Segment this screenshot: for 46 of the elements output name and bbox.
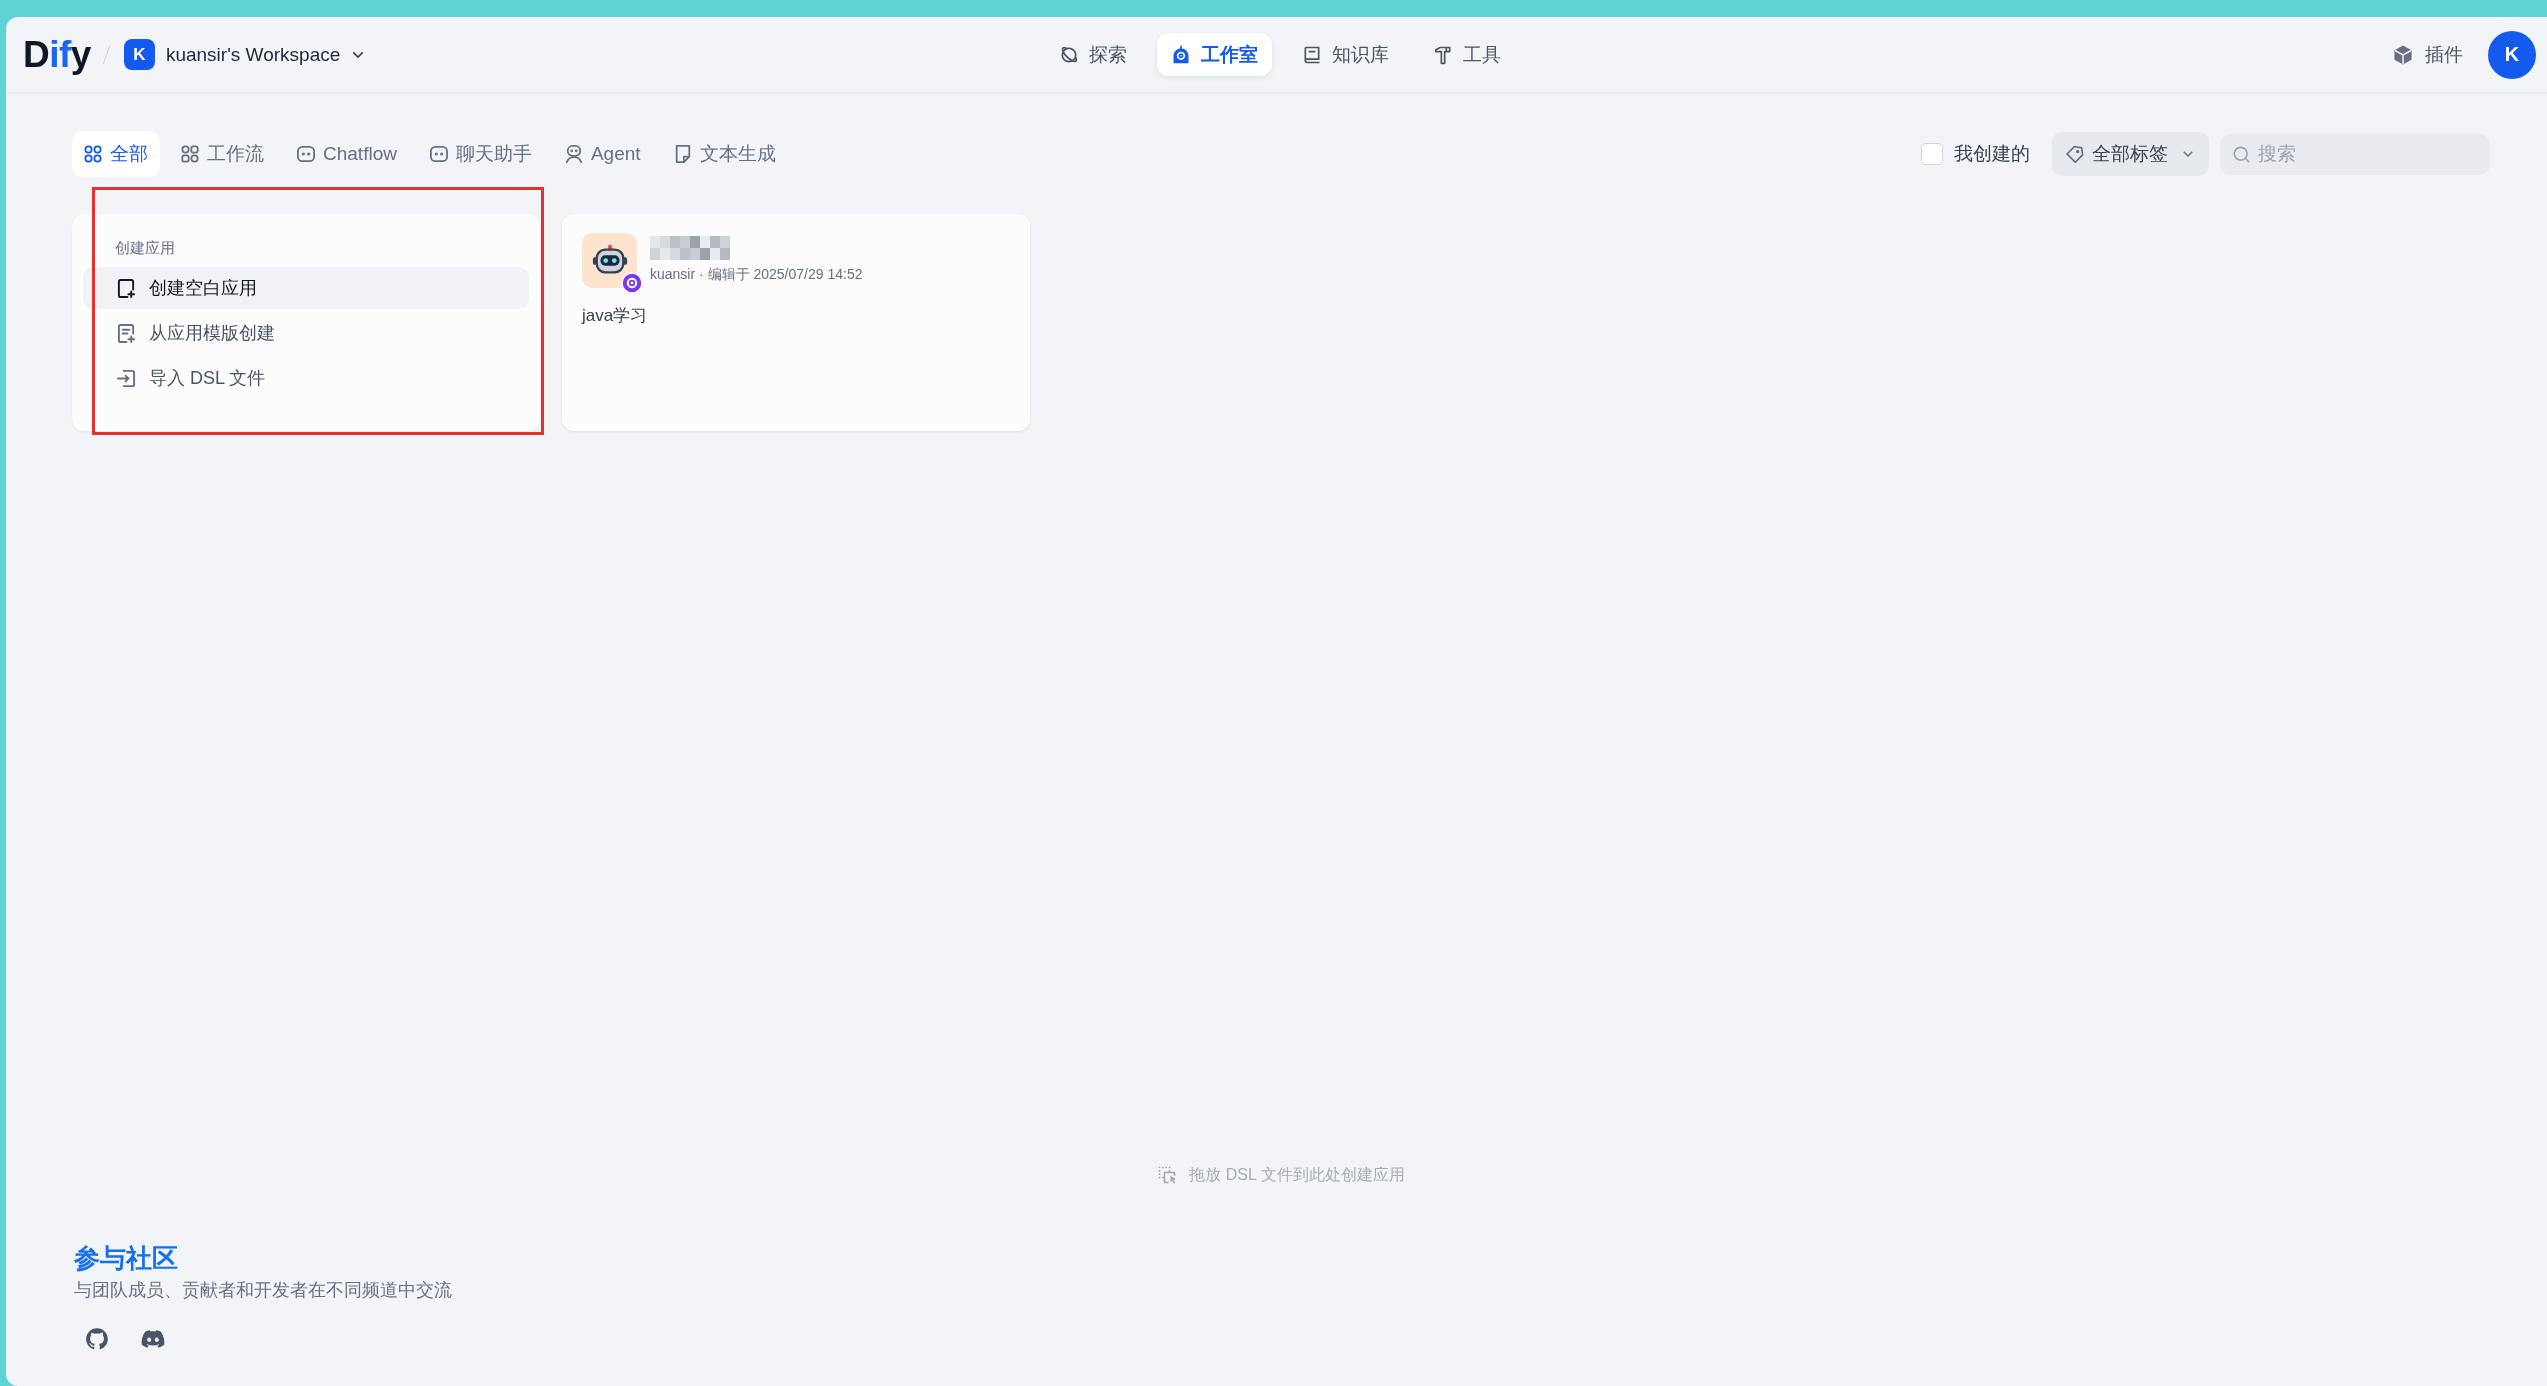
logo[interactable]: Dify <box>23 33 91 76</box>
filter-tab[interactable]: Agent <box>552 131 653 177</box>
workspace-switcher[interactable]: K kuansir's Workspace <box>123 39 369 70</box>
filter-tab[interactable]: Chatflow <box>285 131 409 177</box>
filter-tab[interactable]: 工作流 <box>169 131 276 177</box>
tag-icon <box>2065 144 2085 164</box>
file-list-icon <box>117 323 136 343</box>
nav-tab[interactable]: 探索 <box>1044 33 1141 76</box>
filter-tab[interactable]: 聊天助手 <box>417 131 544 177</box>
user-avatar[interactable]: K <box>2488 30 2536 79</box>
document-icon <box>673 145 692 163</box>
filter-tab[interactable]: 文本生成 <box>661 131 788 177</box>
tag-filter-button[interactable]: 全部标签 <box>2052 132 2209 176</box>
checkbox[interactable] <box>1921 143 1943 165</box>
search-field[interactable]: 搜索 <box>2220 133 2490 175</box>
robot-icon <box>582 233 637 288</box>
file-plus-icon <box>117 278 136 298</box>
badge-icon <box>621 272 643 294</box>
github-icon[interactable] <box>84 1326 110 1352</box>
import-arrow-icon <box>117 368 136 388</box>
app-description: java学习 <box>582 305 648 327</box>
chat-bubble-icon <box>429 145 448 163</box>
grid-icon <box>84 145 102 163</box>
app-card[interactable]: kuansir · 编辑于 2025/07/29 14:52 java学习 <box>562 214 1030 431</box>
app-meta-text: kuansir · 编辑于 2025/07/29 14:52 <box>650 265 863 284</box>
filter-tab[interactable]: 全部 <box>72 131 160 177</box>
robot-icon <box>564 145 583 163</box>
community-title: 参与社区 <box>74 1243 178 1273</box>
create-app-heading: 创建应用 <box>115 238 175 258</box>
workspace-avatar: K <box>123 39 155 70</box>
community-subtitle: 与团队成员、贡献者和开发者在不同频道中交流 <box>74 1279 452 1302</box>
checkbox-label[interactable]: 我创建的 <box>1954 141 2030 167</box>
menu-item[interactable]: 创建空白应用 <box>83 267 529 309</box>
hammer-icon <box>1432 44 1453 65</box>
nav-tab[interactable]: 知识库 <box>1287 33 1403 76</box>
workflow-icon <box>181 145 199 163</box>
cube-icon <box>2393 44 2413 65</box>
menu-item[interactable]: 从应用模版创建 <box>83 312 529 354</box>
plugins-button[interactable]: 插件 <box>2393 41 2463 68</box>
chat-bubble-icon <box>297 145 315 163</box>
nav-tab[interactable]: 工作室 <box>1156 33 1272 76</box>
search-icon <box>2232 144 2251 164</box>
drag-drop-icon <box>1157 1165 1178 1185</box>
menu-item[interactable]: 导入 DSL 文件 <box>83 357 529 399</box>
drop-hint-text: 拖放 DSL 文件到此处创建应用 <box>1189 1165 1405 1185</box>
nav-tab[interactable]: 工具 <box>1418 33 1515 76</box>
